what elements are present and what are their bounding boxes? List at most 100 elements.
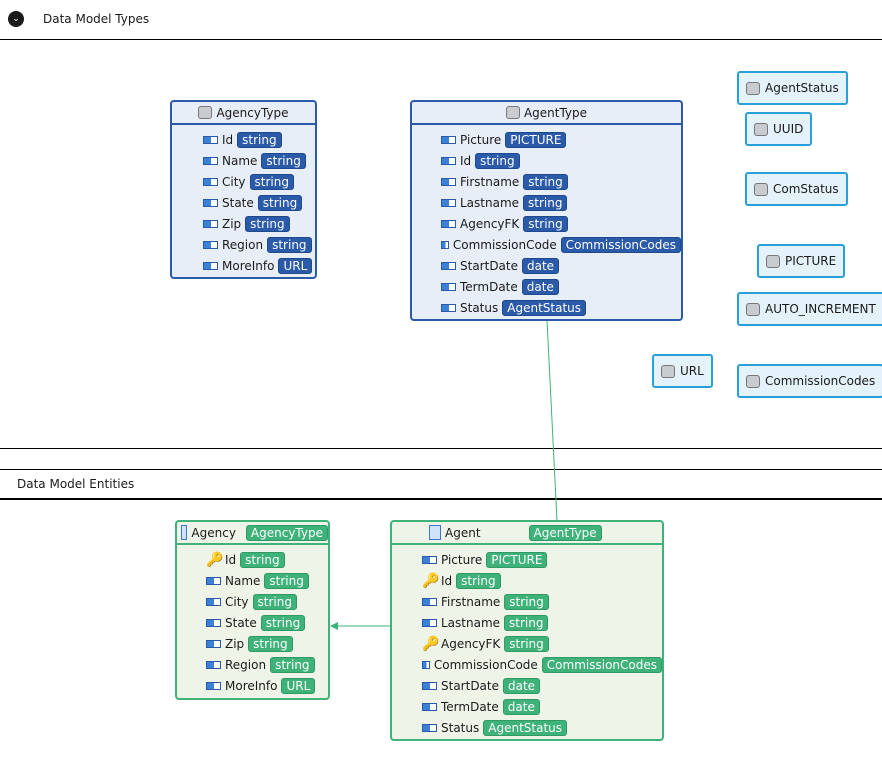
field-row[interactable]: TermDate date (441, 276, 681, 297)
primary-key-icon: 🔑 (206, 551, 224, 568)
simple-type[interactable]: URL (652, 354, 713, 388)
field-row[interactable]: Status AgentStatus (441, 297, 681, 318)
field-name: MoreInfo (225, 678, 278, 693)
entity-type-chip: AgencyType (245, 524, 328, 541)
field-row[interactable]: 🔑 Id string (422, 570, 662, 591)
field-row[interactable]: Picture PICTURE (422, 549, 662, 570)
field-row[interactable]: MoreInfo URL (203, 255, 315, 276)
field-type-chip: string (237, 131, 282, 148)
field-row[interactable]: 🔑 AgencyFK string (422, 633, 662, 654)
simple-type[interactable]: ComStatus (745, 172, 848, 206)
simple-type-name: UUID (773, 122, 804, 136)
field-type-chip: AgentStatus (483, 719, 568, 736)
box-title: AgencyType (216, 105, 289, 120)
simple-type[interactable]: AgentStatus (737, 71, 848, 105)
primary-key-icon: 🔑 (422, 572, 440, 589)
field-row[interactable]: Lastname string (441, 192, 681, 213)
field-row[interactable]: City string (203, 171, 315, 192)
field-row[interactable]: MoreInfo URL (206, 675, 328, 696)
field-type-chip: string (456, 572, 501, 589)
field-icon (203, 156, 218, 165)
simple-type[interactable]: CommissionCodes (737, 364, 882, 398)
field-row[interactable]: Zip string (203, 213, 315, 234)
field-name: TermDate (460, 279, 518, 294)
field-name: Picture (441, 552, 483, 567)
field-row[interactable]: Region string (206, 654, 328, 675)
field-type-chip: string (523, 215, 568, 232)
field-icon (441, 282, 456, 291)
field-name: Id (222, 132, 234, 147)
field-type-chip: string (249, 173, 294, 190)
field-name: Name (225, 573, 261, 588)
simple-type[interactable]: UUID (745, 112, 813, 146)
field-row[interactable]: Name string (203, 150, 315, 171)
field-icon (422, 702, 437, 711)
field-name: Id (460, 153, 472, 168)
field-type-chip: string (260, 614, 306, 631)
field-type-chip: string (523, 173, 568, 190)
field-icon (441, 303, 456, 312)
field-icon (441, 240, 449, 249)
entity-agent[interactable]: Agent AgentType Picture PICTURE 🔑 Id string Fi… (390, 520, 664, 741)
field-icon (441, 261, 456, 270)
field-type-chip: string (264, 572, 309, 589)
field-name: AgencyFK (460, 216, 520, 231)
field-name: AgencyFK (441, 636, 501, 651)
field-row[interactable]: Id string (203, 129, 315, 150)
type-icon (198, 106, 213, 119)
field-row[interactable]: StartDate date (441, 255, 681, 276)
field-icon (422, 681, 437, 690)
field-row[interactable]: State string (206, 612, 328, 633)
field-row[interactable]: Id string (441, 150, 681, 171)
entity-icon (181, 525, 188, 540)
field-name: CommissionCode (452, 237, 557, 252)
field-row[interactable]: Region string (203, 234, 315, 255)
field-row[interactable]: Lastname string (422, 612, 662, 633)
field-icon (441, 135, 456, 144)
field-row[interactable]: Zip string (206, 633, 328, 654)
field-row[interactable]: TermDate date (422, 696, 662, 717)
field-name: StartDate (460, 258, 518, 273)
field-name: MoreInfo (222, 258, 275, 273)
field-icon (206, 618, 221, 627)
field-type-chip: string (504, 614, 549, 631)
type-agencytype[interactable]: AgencyType Id string Name string City string S… (170, 100, 317, 279)
field-name: Lastname (460, 195, 520, 210)
field-row[interactable]: Firstname string (422, 591, 662, 612)
field-row[interactable]: State string (203, 192, 315, 213)
simple-type-name: AUTO_INCREMENT (765, 302, 876, 316)
field-row[interactable]: StartDate date (422, 675, 662, 696)
field-type-chip: PICTURE (486, 551, 548, 568)
field-type-chip: string (475, 152, 520, 169)
simple-type-name: PICTURE (785, 254, 837, 268)
field-row[interactable]: AgencyFK string (441, 213, 681, 234)
foreign-key-icon: 🔑 (422, 635, 440, 652)
simple-type[interactable]: PICTURE (757, 244, 846, 278)
field-name: State (225, 615, 257, 630)
field-row[interactable]: Status AgentStatus (422, 717, 662, 738)
field-row[interactable]: City string (206, 591, 328, 612)
type-icon (754, 182, 768, 196)
field-name: State (222, 195, 254, 210)
field-row[interactable]: CommissionCode CommissionCodes (441, 234, 681, 255)
field-icon (203, 219, 218, 228)
field-row[interactable]: Name string (206, 570, 328, 591)
type-icon (661, 364, 675, 378)
entity-agency[interactable]: Agency AgencyType 🔑 Id string Name string City… (175, 520, 330, 700)
type-agenttype[interactable]: AgentType Picture PICTURE Id string Firstnam… (410, 100, 683, 321)
field-row[interactable]: Picture PICTURE (441, 129, 681, 150)
field-icon (422, 618, 437, 627)
arrow-head (330, 622, 338, 630)
simple-type[interactable]: AUTO_INCREMENT (737, 292, 882, 326)
field-name: Firstname (460, 174, 520, 189)
field-row[interactable]: 🔑 Id string (206, 549, 328, 570)
field-name: City (225, 594, 249, 609)
field-name: Id (441, 573, 453, 588)
field-name: Status (460, 300, 499, 315)
field-row[interactable]: CommissionCode CommissionCodes (422, 654, 662, 675)
field-row[interactable]: Firstname string (441, 171, 681, 192)
field-name: Zip (222, 216, 242, 231)
field-icon (422, 723, 437, 732)
field-icon (203, 135, 218, 144)
field-icon (206, 597, 221, 606)
